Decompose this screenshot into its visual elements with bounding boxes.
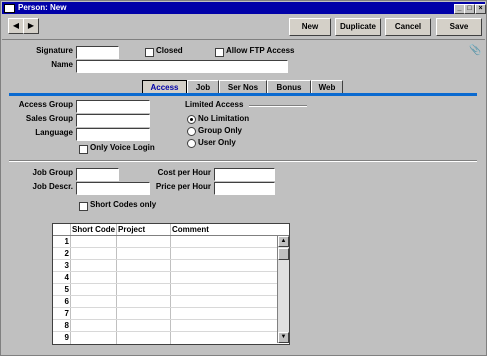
new-button[interactable]: New (289, 18, 331, 36)
price-per-hour-label: Price per Hour (155, 182, 211, 191)
row-number: 4 (64, 273, 69, 282)
scroll-down-icon[interactable]: ▼ (278, 332, 289, 343)
user-only-radio[interactable] (187, 139, 196, 148)
grid-row-line (53, 247, 277, 248)
row-number: 1 (64, 237, 69, 246)
grid-row-line (53, 283, 277, 284)
allow-ftp-checkbox[interactable] (215, 48, 224, 57)
signature-label: Signature (36, 46, 73, 55)
name-field[interactable] (76, 60, 288, 73)
tab-access[interactable]: Access (142, 80, 187, 94)
grid-col-divider (70, 224, 71, 344)
user-only-label: User Only (198, 138, 236, 147)
signature-field[interactable] (76, 46, 119, 59)
grid-row-line (53, 319, 277, 320)
row-number: 8 (64, 321, 69, 330)
limited-access-divider (249, 105, 307, 107)
window-icon (4, 4, 15, 13)
sales-group-field[interactable] (76, 114, 150, 127)
name-label: Name (51, 60, 73, 69)
tab-bonus[interactable]: Bonus (267, 80, 311, 94)
row-number: 2 (64, 249, 69, 258)
group-only-label: Group Only (198, 126, 242, 135)
group-only-radio[interactable] (187, 127, 196, 136)
access-group-field[interactable] (76, 100, 150, 113)
job-descr-field[interactable] (76, 182, 150, 195)
language-field[interactable] (76, 128, 150, 141)
job-group-field[interactable] (76, 168, 119, 181)
attachment-icon[interactable]: 📎 (469, 45, 481, 57)
row-number: 5 (64, 285, 69, 294)
column-header-short-code: Short Code (72, 225, 116, 234)
row-number: 6 (64, 297, 69, 306)
short-codes-only-checkbox[interactable] (79, 202, 88, 211)
grid-scrollbar[interactable]: ▲ ▼ (277, 236, 289, 343)
only-voice-login-label: Only Voice Login (90, 143, 155, 152)
grid-row-line (53, 295, 277, 296)
allow-ftp-label: Allow FTP Access (226, 46, 295, 55)
grid-row-line (53, 307, 277, 308)
next-record-icon[interactable]: ▶ (23, 18, 39, 34)
language-label: Language (35, 128, 73, 137)
sales-group-label: Sales Group (25, 114, 73, 123)
closed-label: Closed (156, 46, 183, 55)
grid-row-line (53, 259, 277, 260)
cost-per-hour-label: Cost per Hour (157, 168, 211, 177)
short-codes-only-label: Short Codes only (90, 200, 157, 209)
scroll-up-icon[interactable]: ▲ (278, 236, 289, 247)
scroll-thumb[interactable] (278, 248, 289, 260)
price-per-hour-field[interactable] (214, 182, 275, 195)
only-voice-login-checkbox[interactable] (79, 145, 88, 154)
tab-ser-nos[interactable]: Ser Nos (219, 80, 267, 94)
row-number: 7 (64, 309, 69, 318)
job-group-label: Job Group (32, 168, 73, 177)
tab-web[interactable]: Web (311, 80, 343, 94)
maximize-icon[interactable]: □ (464, 4, 475, 14)
title-bar: Person: New _ □ × (2, 2, 486, 14)
column-header-comment: Comment (172, 225, 209, 234)
person-window: Person: New _ □ × ◀ ▶ New Duplicate Canc… (0, 0, 487, 356)
cancel-button[interactable]: Cancel (385, 18, 431, 36)
grid-row-line (53, 331, 277, 332)
short-codes-grid[interactable]: Short Code Project Comment 1 2 3 4 5 6 7… (52, 223, 290, 345)
access-group-label: Access Group (18, 100, 73, 109)
row-number: 9 (64, 333, 69, 342)
window-title: Person: New (18, 3, 67, 12)
closed-checkbox[interactable] (145, 48, 154, 57)
tab-job[interactable]: Job (187, 80, 219, 94)
no-limitation-label: No Limitation (198, 114, 250, 123)
cost-per-hour-field[interactable] (214, 168, 275, 181)
tab-underline (9, 93, 477, 96)
close-icon[interactable]: × (475, 4, 486, 14)
grid-col-divider (116, 224, 117, 344)
row-number: 3 (64, 261, 69, 270)
toolbar: ◀ ▶ New Duplicate Cancel Save (2, 15, 485, 40)
save-button[interactable]: Save (436, 18, 482, 36)
job-descr-label: Job Descr. (32, 182, 73, 191)
previous-record-icon[interactable]: ◀ (8, 18, 24, 34)
grid-header: Short Code Project Comment (53, 224, 289, 236)
section-divider (9, 160, 477, 162)
duplicate-button[interactable]: Duplicate (335, 18, 381, 36)
limited-access-label: Limited Access (185, 100, 244, 109)
column-header-project: Project (118, 225, 146, 234)
grid-col-divider (170, 224, 171, 344)
no-limitation-radio[interactable] (187, 115, 196, 124)
grid-row-line (53, 271, 277, 272)
